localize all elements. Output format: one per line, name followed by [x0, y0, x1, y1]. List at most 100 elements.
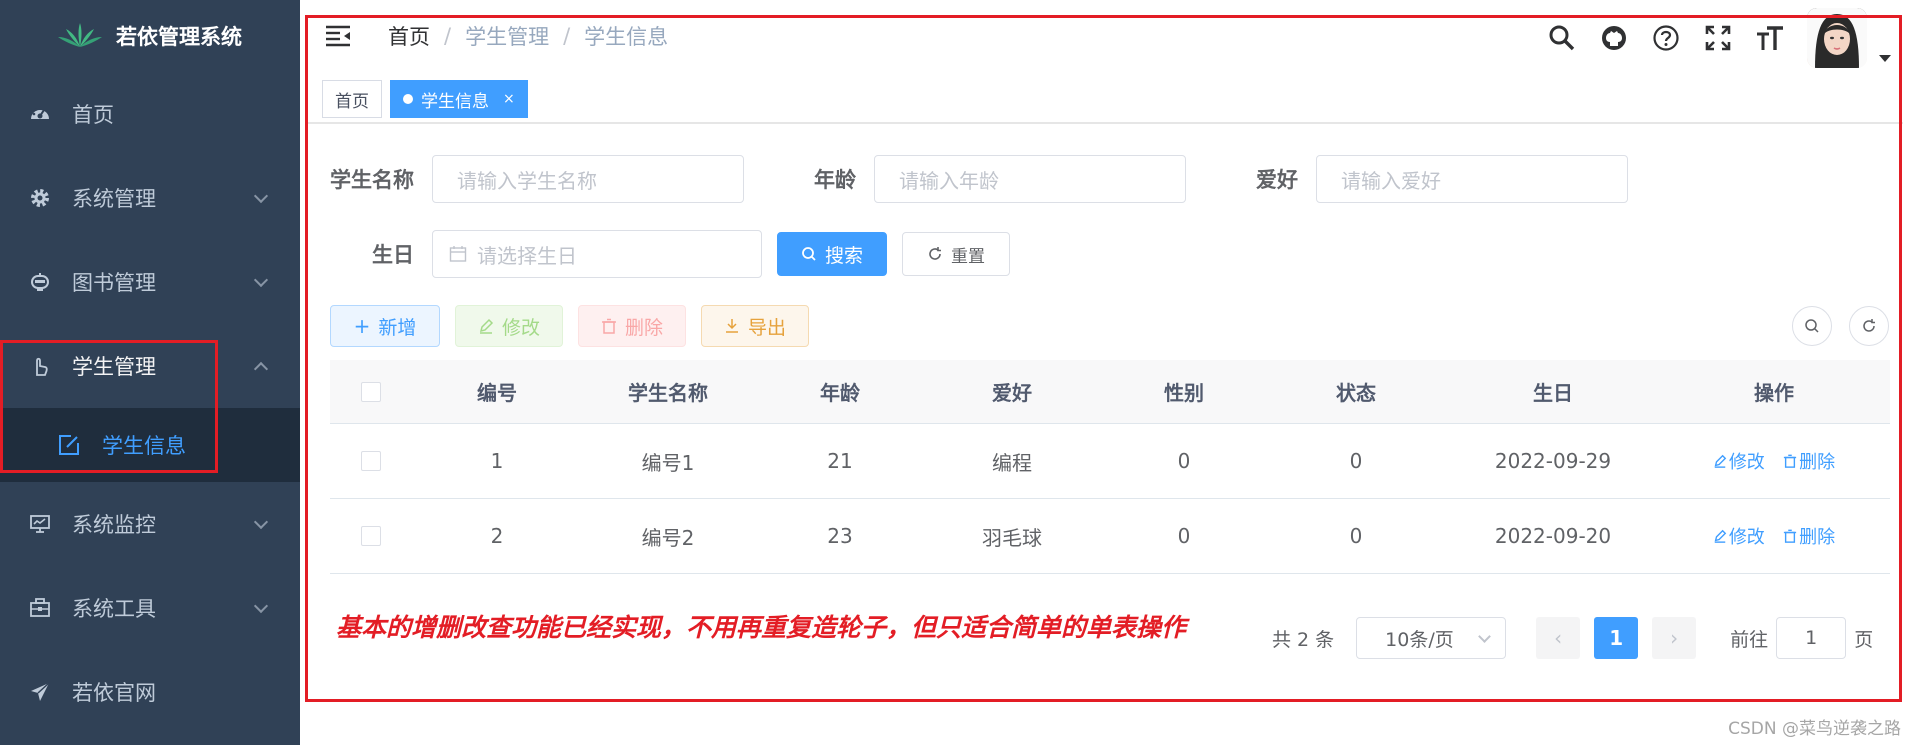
row-checkbox[interactable]	[361, 526, 381, 546]
student-name-input[interactable]: 请输入学生名称	[432, 155, 744, 203]
calendar-icon	[449, 245, 467, 263]
trash-icon	[601, 318, 616, 334]
add-button[interactable]: + 新增	[330, 305, 440, 347]
search-row-2: 生日 请选择生日 搜索 重置	[330, 230, 1010, 278]
chevron-up-icon	[253, 361, 269, 377]
prev-page-button[interactable]: ‹	[1536, 617, 1581, 659]
page-size-select[interactable]: 10条/页	[1356, 617, 1507, 659]
breadcrumb-current: 学生信息	[584, 25, 669, 49]
sidebar-item-official-site[interactable]: 若依官网	[0, 650, 300, 734]
table-row: 1 编号1 21 编程 0 0 2022-09-29 修改 删除	[330, 424, 1890, 499]
cell-hobby: 羽毛球	[982, 525, 1042, 550]
page-number-current[interactable]: 1	[1594, 617, 1639, 659]
tag-label: 学生信息	[421, 91, 489, 112]
edit-button-label: 修改	[501, 316, 540, 339]
select-all-cell	[330, 381, 412, 402]
close-icon[interactable]: ×	[503, 91, 515, 107]
sidebar-item-system[interactable]: 系统管理	[0, 156, 300, 240]
logo[interactable]: 若依管理系统	[0, 0, 300, 72]
col-name: 学生名称	[628, 381, 708, 405]
hobby-input[interactable]: 请输入爱好	[1316, 155, 1628, 203]
plus-icon: +	[353, 314, 371, 338]
tag-home[interactable]: 首页	[322, 80, 382, 118]
annotation-note: 基本的增删改查功能已经实现，不用再重复造轮子，但只适合简单的单表操作	[336, 613, 1187, 642]
cell-id: 1	[490, 449, 504, 473]
delete-button[interactable]: 删除	[578, 305, 686, 347]
watermark: CSDN @菜鸟逆袭之路	[1728, 719, 1901, 739]
search-button-label: 搜索	[824, 244, 863, 267]
sidebar-item-label: 系统工具	[72, 597, 156, 621]
download-icon	[725, 319, 738, 333]
export-button[interactable]: 导出	[701, 305, 809, 347]
row-delete-link[interactable]: 删除	[1783, 523, 1835, 549]
col-birthday: 生日	[1533, 381, 1573, 405]
toggle-search-button[interactable]	[1792, 306, 1832, 346]
github-icon[interactable]	[1599, 23, 1629, 53]
chevron-down-icon	[253, 272, 269, 288]
gear-icon	[28, 186, 52, 210]
cell-status: 0	[1349, 524, 1363, 548]
sidebar-subitem-student-info[interactable]: 学生信息	[0, 408, 300, 482]
edit-icon	[58, 433, 82, 457]
sidebar-item-books[interactable]: 图书管理	[0, 240, 300, 324]
monitor-icon	[28, 512, 52, 536]
navbar-right-tools	[1547, 8, 1891, 68]
cell-hobby: 编程	[992, 450, 1032, 475]
sidebar-subitem-label: 学生信息	[102, 434, 186, 458]
row-edit-link[interactable]: 修改	[1713, 448, 1765, 474]
cell-gender: 0	[1177, 524, 1191, 548]
breadcrumb-home[interactable]: 首页	[388, 21, 430, 51]
tags-divider	[308, 122, 1903, 124]
cell-gender: 0	[1177, 449, 1191, 473]
col-hobby: 爱好	[992, 381, 1032, 405]
paper-plane-icon	[28, 680, 52, 704]
edit-icon	[479, 318, 494, 334]
chevron-down-icon	[253, 598, 269, 614]
reset-button[interactable]: 重置	[902, 232, 1010, 276]
col-gender: 性别	[1164, 381, 1204, 405]
row-checkbox[interactable]	[361, 451, 381, 471]
goto-page-input[interactable]: 1	[1776, 617, 1847, 659]
row-delete-label: 删除	[1799, 452, 1836, 473]
tag-student-info[interactable]: 学生信息 ×	[390, 80, 528, 118]
cell-age: 23	[827, 524, 853, 548]
sidebar-item-tools[interactable]: 系统工具	[0, 566, 300, 650]
sidebar-item-label: 系统管理	[72, 187, 156, 211]
student-table: 编号 学生名称 年龄 爱好 性别 状态 生日 操作 1 编号1 21 编程 0 …	[330, 360, 1890, 574]
search-icon[interactable]	[1547, 23, 1577, 53]
cell-name: 编号2	[641, 525, 695, 550]
pagination: 共 2 条 10条/页 ‹ 1 › 前往 1 页	[1272, 617, 1873, 659]
sidebar-item-home[interactable]: 首页	[0, 72, 300, 156]
edit-icon	[1714, 529, 1727, 543]
row-edit-link[interactable]: 修改	[1713, 523, 1765, 549]
sidebar-item-students[interactable]: 学生管理	[0, 324, 300, 408]
cell-actions: 修改 删除	[1664, 448, 1884, 474]
caret-down-icon[interactable]	[1879, 54, 1891, 62]
edit-button[interactable]: 修改	[455, 305, 563, 347]
select-all-checkbox[interactable]	[361, 381, 381, 402]
chevron-down-icon	[1478, 630, 1492, 643]
col-id: 编号	[477, 381, 517, 405]
row-edit-label: 修改	[1728, 452, 1765, 473]
sidebar-item-monitor[interactable]: 系统监控	[0, 482, 300, 566]
search-button[interactable]: 搜索	[777, 232, 887, 276]
goto-label: 前往	[1730, 628, 1769, 651]
birthday-date-picker[interactable]: 请选择生日	[432, 230, 762, 278]
cell-status: 0	[1349, 449, 1363, 473]
pointer-hand-icon	[28, 354, 52, 378]
navbar: 首页 / 学生管理 / 学生信息	[300, 0, 1909, 72]
avatar[interactable]	[1807, 8, 1867, 68]
reset-button-label: 重置	[951, 246, 985, 267]
font-size-icon[interactable]	[1755, 23, 1785, 53]
help-icon[interactable]	[1651, 23, 1681, 53]
chevron-down-icon	[253, 188, 269, 204]
row-delete-link[interactable]: 删除	[1783, 448, 1835, 474]
next-page-button[interactable]: ›	[1652, 617, 1697, 659]
fullscreen-icon[interactable]	[1703, 23, 1733, 53]
refresh-button[interactable]	[1849, 306, 1889, 346]
hamburger-icon[interactable]	[326, 24, 352, 48]
search-icon	[802, 247, 816, 261]
age-input[interactable]: 请输入年龄	[874, 155, 1186, 203]
table-header: 编号 学生名称 年龄 爱好 性别 状态 生日 操作	[330, 360, 1890, 424]
refresh-icon	[1863, 319, 1875, 332]
